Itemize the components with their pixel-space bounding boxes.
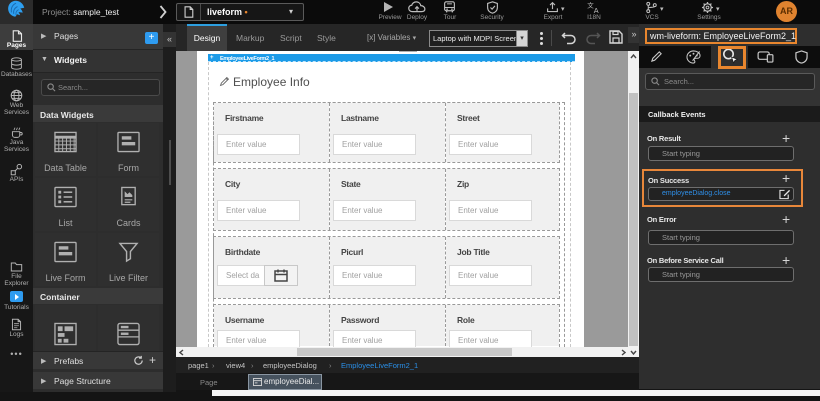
svg-text:A: A (594, 6, 599, 14)
